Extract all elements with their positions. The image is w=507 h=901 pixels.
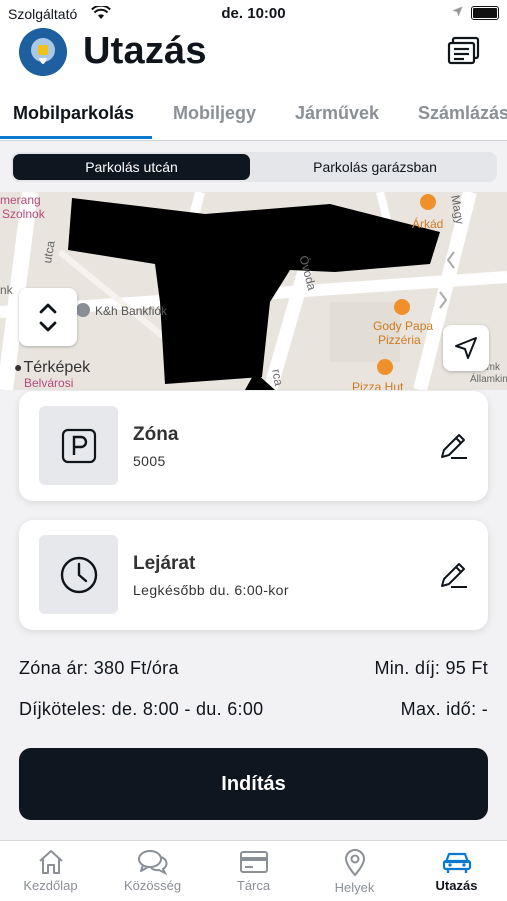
tab-szamlazas[interactable]: Számlázás <box>418 103 507 124</box>
app-logo-icon <box>19 28 67 76</box>
active-tab-indicator <box>0 136 152 139</box>
tabbar-item-home[interactable]: Kezdőlap <box>0 841 101 901</box>
zone-value: 5005 <box>133 453 166 469</box>
paid-hours: Díjköteles: de. 8:00 - du. 6:00 <box>19 699 264 719</box>
top-tabs: Mobilparkolás Mobiljegy Járművek Számláz… <box>0 98 507 141</box>
map-label: K&h Bankfiók <box>95 304 168 318</box>
tab-mobiljegy[interactable]: Mobiljegy <box>173 103 256 124</box>
map-label: nk <box>0 283 13 297</box>
tabbar-item-wallet[interactable]: Tárca <box>203 841 304 901</box>
minimum-fee: Min. díj: 95 Ft <box>374 658 488 678</box>
tabbar-item-travel[interactable]: Utazás <box>406 841 507 901</box>
map-label: Árkád <box>412 217 444 231</box>
map-attribution: ●Térképek <box>14 359 90 377</box>
start-parking-button[interactable]: Indítás <box>19 748 488 820</box>
battery-icon <box>471 6 499 20</box>
map-label: rca <box>269 368 286 387</box>
parking-type-segmented-control: Parkolás utcán Parkolás garázsban <box>11 152 497 182</box>
map-label: Államkin <box>470 374 507 385</box>
pencil-icon[interactable] <box>438 429 470 461</box>
map-label: merang <box>0 193 41 207</box>
map-label: Pizza Hut <box>352 380 404 390</box>
clock-icon <box>60 556 98 594</box>
expiry-title: Lejárat <box>133 553 196 574</box>
map-label: Gody Papa <box>373 319 434 333</box>
map-locate-button[interactable] <box>443 325 489 371</box>
home-icon <box>38 850 63 874</box>
map-label: Szolnok <box>2 207 45 221</box>
chevron-up-down-icon <box>39 303 57 332</box>
location-arrow-icon <box>452 6 463 17</box>
app-header: Utazás <box>0 28 507 98</box>
bottom-tab-bar: Kezdőlap Közösség Tárca Helyek Utazás <box>0 840 507 901</box>
map-zoom-toggle-button[interactable] <box>19 288 77 346</box>
page-title: Utazás <box>83 30 207 72</box>
tabbar-label: Utazás <box>435 878 478 893</box>
map-label: Belvárosi <box>24 376 74 390</box>
tabbar-item-community[interactable]: Közösség <box>102 841 203 901</box>
status-bar: Szolgáltató de. 10:00 <box>0 0 507 28</box>
zone-price: Zóna ár: 380 Ft/óra <box>19 658 179 678</box>
parking-icon <box>61 428 97 464</box>
tab-jarmuvek[interactable]: Járművek <box>295 103 379 124</box>
navigation-arrow-icon <box>455 337 477 359</box>
status-time: de. 10:00 <box>221 5 286 22</box>
tabbar-label: Tárca <box>236 878 271 893</box>
chat-icon <box>137 850 167 875</box>
pencil-icon[interactable] <box>438 558 470 590</box>
segment-garage-parking[interactable]: Parkolás garázsban <box>256 154 494 180</box>
map-label: Pizzéria <box>378 333 421 347</box>
zone-title: Zóna <box>133 424 179 445</box>
expiry-card[interactable]: Lejárat Legkésőbb du. 6:00-kor <box>19 520 488 630</box>
segment-street-parking[interactable]: Parkolás utcán <box>13 154 250 180</box>
tabbar-label: Közösség <box>123 878 182 893</box>
max-time: Max. idő: - <box>400 699 488 719</box>
zone-icon-box <box>39 406 118 485</box>
tabbar-item-places[interactable]: Helyek <box>304 841 405 901</box>
profile-avatar[interactable] <box>19 28 67 76</box>
parking-map[interactable]: merang Szolnok utca nk K&h Bankfiók Árká… <box>0 192 507 390</box>
apple-logo-icon: ● <box>14 359 23 375</box>
expiry-value: Legkésőbb du. 6:00-kor <box>133 582 289 598</box>
car-icon <box>442 852 471 873</box>
map-attribution-text: Térképek <box>23 359 91 376</box>
tabbar-label: Helyek <box>334 880 375 895</box>
tab-mobilparkolas[interactable]: Mobilparkolás <box>13 103 134 124</box>
tabbar-label: Kezdőlap <box>23 878 78 893</box>
notifications-list-icon[interactable] <box>447 36 481 66</box>
expiry-icon-box <box>39 535 118 614</box>
location-icon <box>344 849 365 877</box>
wallet-icon <box>239 851 268 873</box>
zone-card[interactable]: Zóna 5005 <box>19 391 488 501</box>
